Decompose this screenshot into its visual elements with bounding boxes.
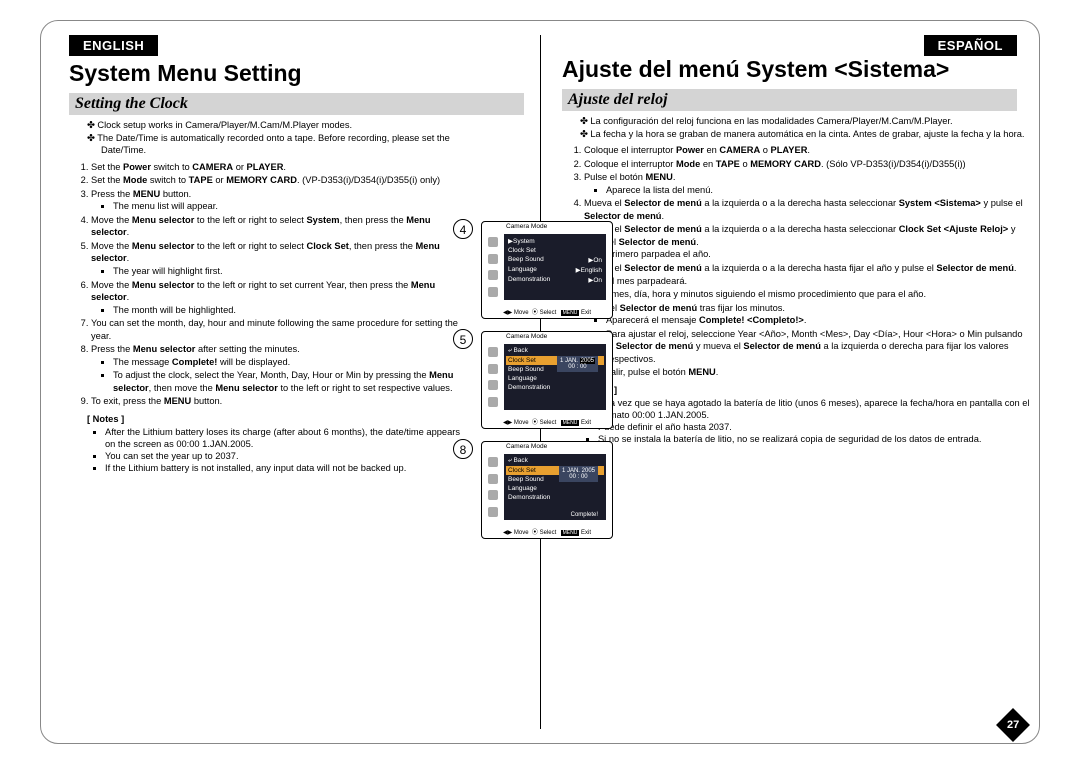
- subheading-es: Ajuste del reloj: [562, 89, 1017, 111]
- lang-badge-en: ENGLISH: [69, 35, 158, 56]
- intro-es: La configuración del reloj funciona en l…: [580, 115, 1032, 140]
- complete-label: Complete!: [571, 512, 598, 518]
- col-english: ENGLISH System Menu Setting Setting the …: [69, 35, 524, 474]
- heading-es: Ajuste del menú System <Sistema>: [562, 56, 1017, 83]
- notes-es: Una vez que se haya agotado la batería d…: [598, 397, 1032, 445]
- callout-4-icon: 4: [453, 219, 473, 239]
- screen-figures: 4 Camera Mode ▶System Clock Set Beep Sou…: [481, 221, 631, 551]
- notes-heading-es: [ Notas ]: [580, 385, 1032, 395]
- subheading-en: Setting the Clock: [69, 93, 524, 115]
- screen-4: Camera Mode ▶System Clock Set Beep Sound…: [481, 221, 613, 319]
- steps-en: Set the Power switch to CAMERA or PLAYER…: [91, 161, 469, 408]
- notes-en: After the Lithium battery loses its char…: [105, 426, 469, 474]
- intro-en: Clock setup works in Camera/Player/M.Cam…: [87, 119, 469, 157]
- notes-heading-en: [ Notes ]: [87, 414, 469, 424]
- screen-5: Camera Mode ⤶ Back Clock Set Beep Sound …: [481, 331, 613, 429]
- callout-8-icon: 8: [453, 439, 473, 459]
- manual-page: ENGLISH System Menu Setting Setting the …: [40, 20, 1040, 744]
- lang-badge-es: ESPAÑOL: [924, 35, 1017, 56]
- screen-bottom-bar: ◀▶ Move ⦿ Select MENU Exit: [482, 307, 612, 316]
- screen-mode-title: Camera Mode: [482, 222, 612, 230]
- screen-8: Camera Mode ⤶ Back Clock Set Beep Sound …: [481, 441, 613, 539]
- steps-es: Coloque el interruptor Power en CAMERA o…: [584, 144, 1032, 379]
- heading-en: System Menu Setting: [69, 60, 524, 87]
- callout-5-icon: 5: [453, 329, 473, 349]
- page-number-badge: 27: [996, 708, 1030, 742]
